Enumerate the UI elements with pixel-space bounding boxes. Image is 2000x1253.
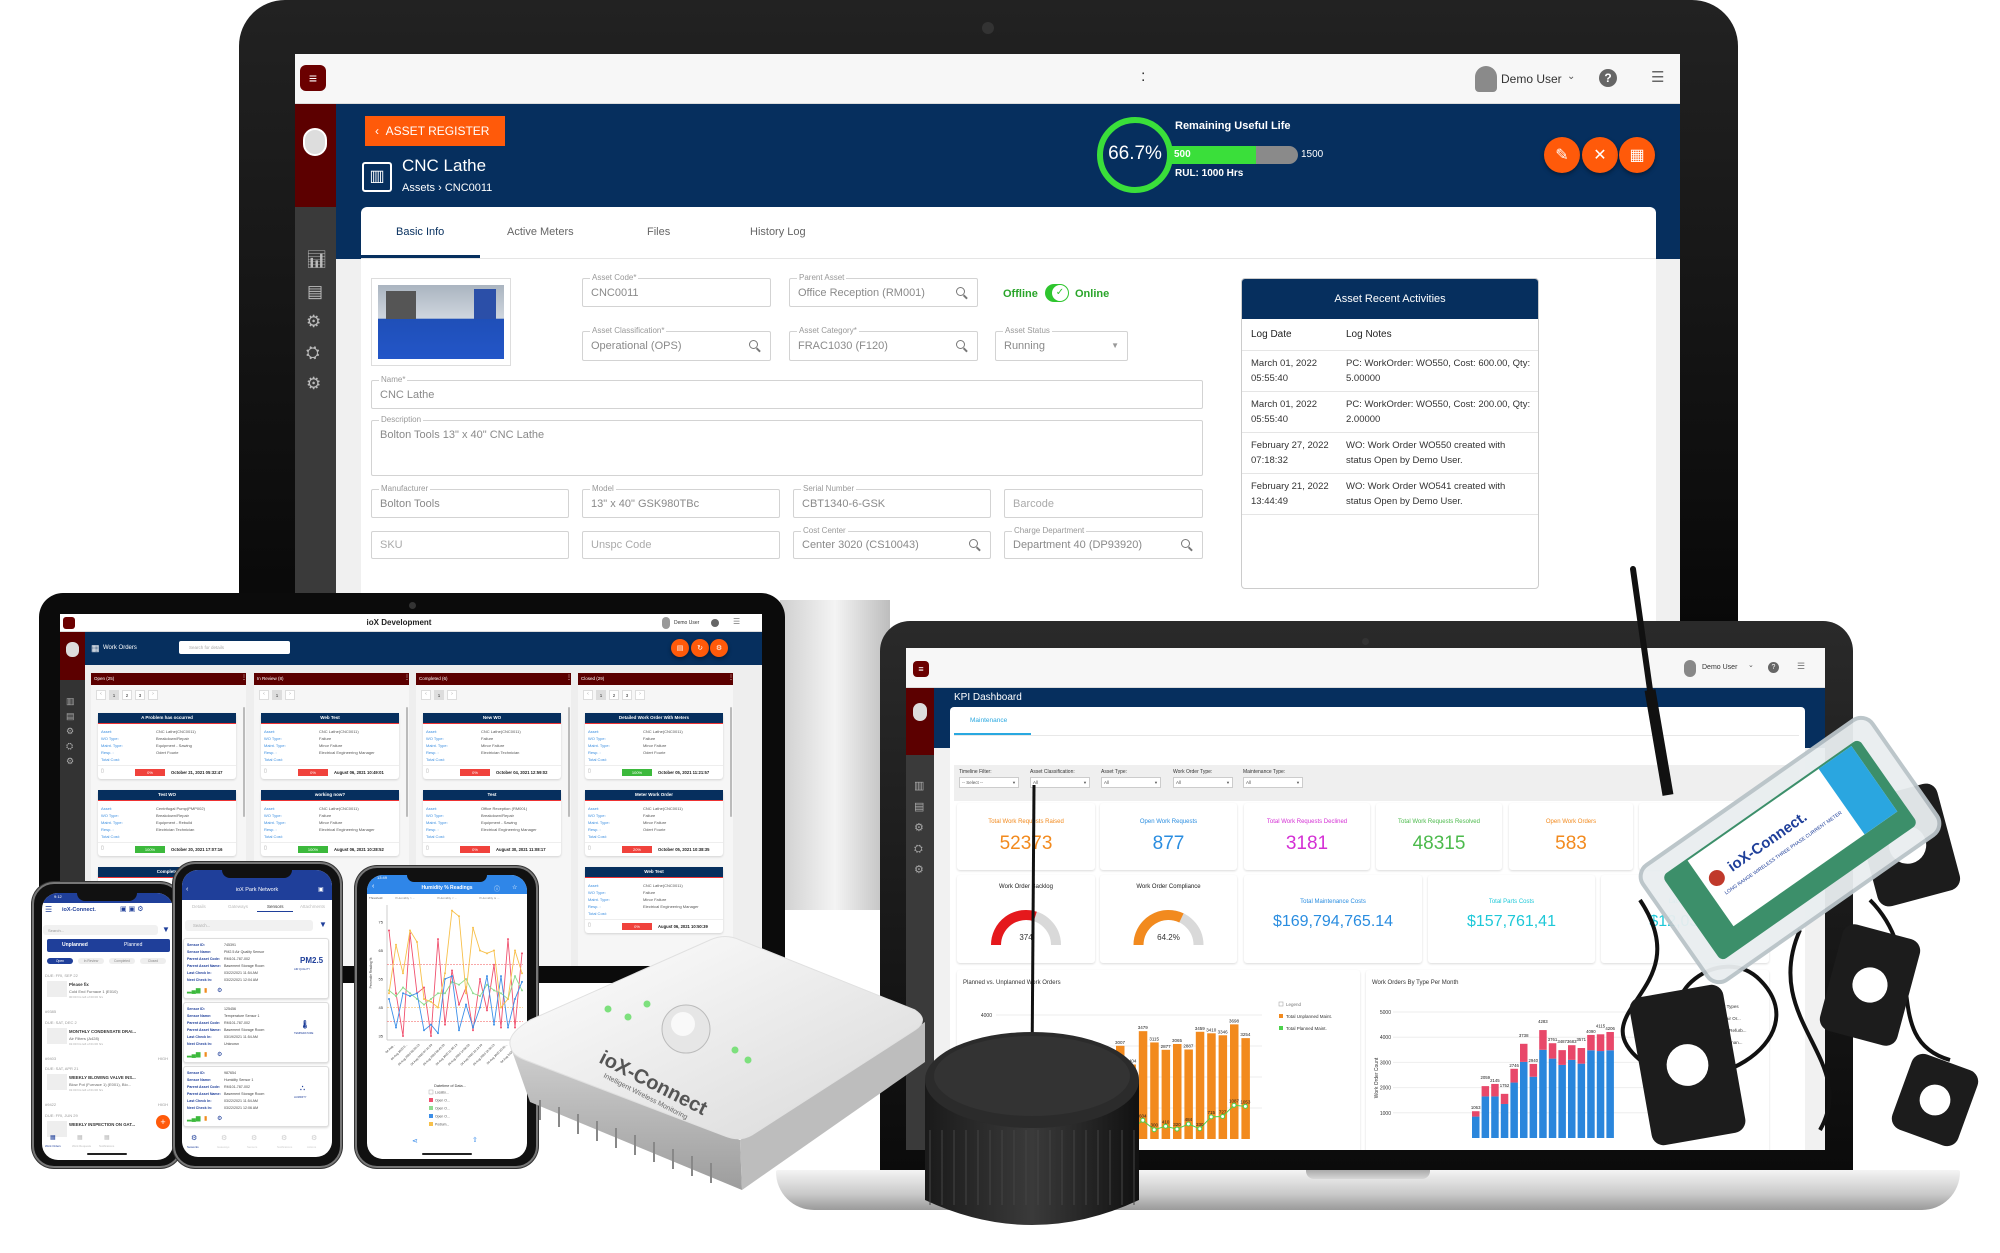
current-clamp bbox=[1629, 984, 1746, 1146]
status-led bbox=[624, 1013, 632, 1021]
status-led bbox=[731, 1046, 739, 1054]
meter-antenna-base bbox=[1644, 689, 1674, 796]
status-led bbox=[604, 1005, 612, 1013]
product-showcase: ≡ : Demo User ⌄ ? ☰ 📊︎ ▤ ⚙ ⛭ ⚙ ‹ ASSET R… bbox=[0, 0, 2000, 1253]
puck-top-inner bbox=[934, 1036, 1130, 1116]
sensor-cable bbox=[1788, 929, 1832, 1131]
dome-highlight bbox=[671, 1012, 695, 1036]
status-led bbox=[643, 1000, 651, 1008]
status-led bbox=[744, 1056, 752, 1064]
current-clamp bbox=[1819, 924, 1921, 1046]
current-clamp bbox=[1891, 1053, 1979, 1147]
iot-hardware: ioX-ConnectIntelligent Wireless Monitori… bbox=[509, 566, 1979, 1225]
meter-antenna bbox=[1630, 566, 1653, 693]
antenna-cable bbox=[1030, 784, 1036, 1071]
